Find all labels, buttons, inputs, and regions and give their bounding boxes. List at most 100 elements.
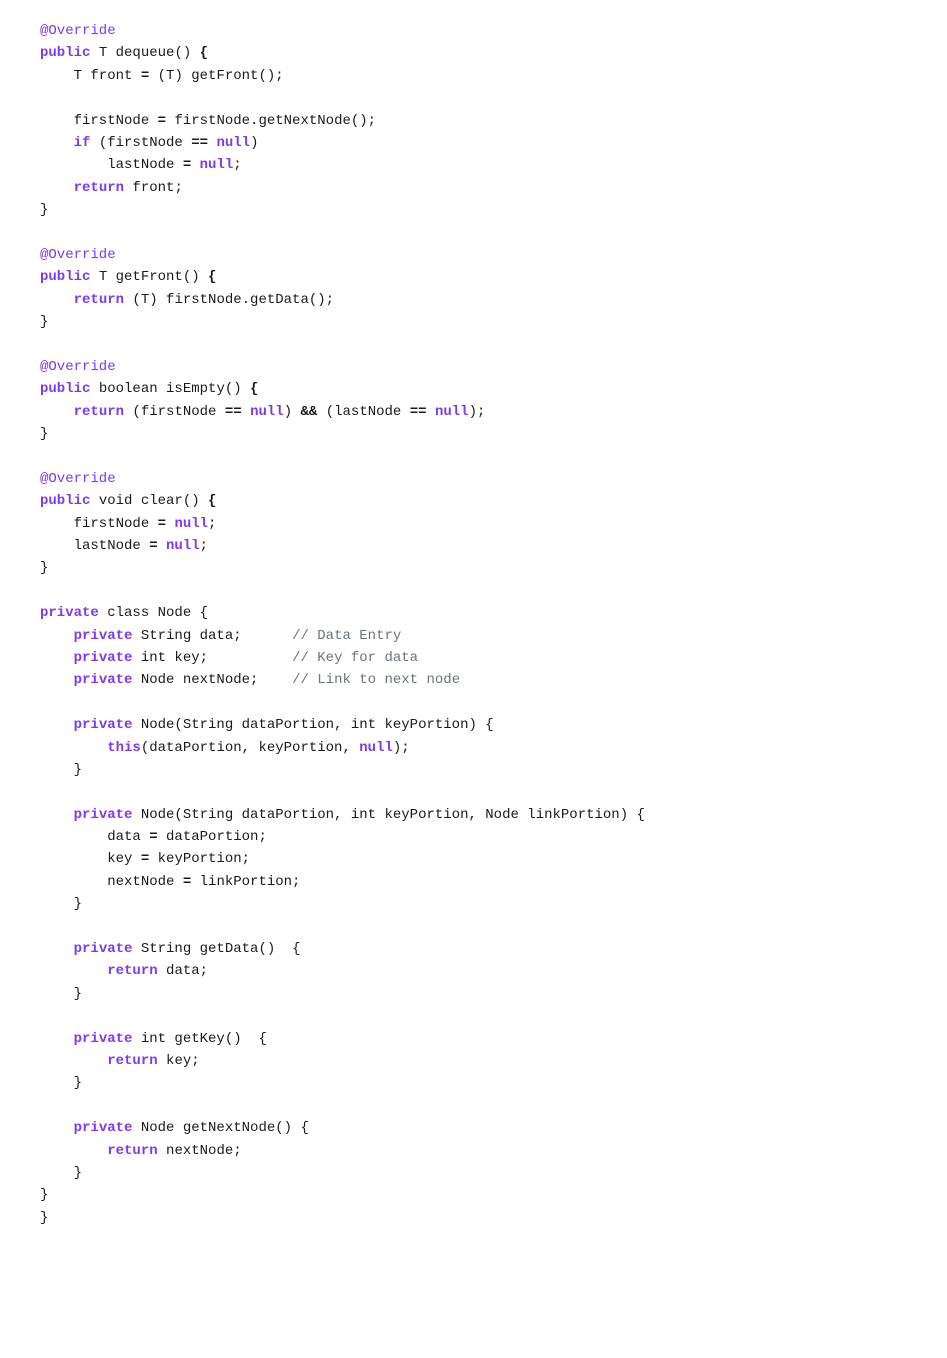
code-token: null xyxy=(216,135,250,151)
code-line: } xyxy=(40,423,907,445)
code-line: return data; xyxy=(40,960,907,982)
code-token: ) xyxy=(250,135,258,151)
code-line: public boolean isEmpty() { xyxy=(40,378,907,400)
code-token: () xyxy=(225,1031,242,1047)
code-token: () { xyxy=(275,1120,309,1136)
code-token: (T) firstNode.getData xyxy=(124,292,309,308)
code-line: key = keyPortion; xyxy=(40,848,907,870)
code-token: // Data Entry xyxy=(292,628,401,644)
code-token: Node nextNode; xyxy=(132,672,292,688)
code-token: // Key for data xyxy=(292,650,418,666)
code-token: = xyxy=(158,516,175,532)
code-token: Node(String dataPortion, int keyPortion,… xyxy=(132,807,644,823)
code-line: this(dataPortion, keyPortion, null); xyxy=(40,737,907,759)
code-line: return nextNode; xyxy=(40,1140,907,1162)
code-line: private String data; // Data Entry xyxy=(40,625,907,647)
code-token xyxy=(427,404,435,420)
code-line: private int key; // Key for data xyxy=(40,647,907,669)
code-line xyxy=(40,333,907,355)
code-line: } xyxy=(40,1207,907,1229)
code-token: lastNode xyxy=(40,157,183,173)
code-token xyxy=(40,292,74,308)
code-token: ) xyxy=(284,404,301,420)
code-token xyxy=(40,1053,107,1069)
code-token: == xyxy=(410,404,427,420)
code-token: data xyxy=(40,829,149,845)
code-line xyxy=(40,222,907,244)
code-token xyxy=(40,963,107,979)
code-token: } xyxy=(40,426,48,442)
code-line: T front = (T) getFront(); xyxy=(40,65,907,87)
code-line: private class Node { xyxy=(40,602,907,624)
code-token: && xyxy=(301,404,318,420)
code-token: } xyxy=(40,1075,82,1091)
code-line: @Override xyxy=(40,356,907,378)
code-token: null xyxy=(435,404,469,420)
code-token: return xyxy=(74,404,124,420)
code-token: () xyxy=(225,381,242,397)
code-line: private Node(String dataPortion, int key… xyxy=(40,714,907,736)
code-token: private xyxy=(40,605,99,621)
code-token: @Override xyxy=(40,23,116,39)
code-line: } xyxy=(40,983,907,1005)
code-line: public void clear() { xyxy=(40,490,907,512)
code-token: (); xyxy=(351,113,376,129)
code-token: { xyxy=(242,1031,267,1047)
code-token: return xyxy=(107,1053,157,1069)
code-token: { xyxy=(200,493,217,509)
code-token: void clear xyxy=(90,493,182,509)
code-token: } xyxy=(40,1210,48,1226)
code-token: = xyxy=(149,829,166,845)
code-token: { xyxy=(200,269,217,285)
code-line: private Node(String dataPortion, int key… xyxy=(40,804,907,826)
code-line: } xyxy=(40,199,907,221)
code-line xyxy=(40,580,907,602)
code-line xyxy=(40,445,907,467)
code-token: ; xyxy=(208,516,216,532)
code-token: front; xyxy=(124,180,183,196)
code-token: } xyxy=(40,896,82,912)
code-token xyxy=(40,941,74,957)
code-line: @Override xyxy=(40,468,907,490)
code-token: // Link to next node xyxy=(292,672,460,688)
code-line: nextNode = linkPortion; xyxy=(40,871,907,893)
code-token: = xyxy=(158,113,175,129)
code-line: firstNode = firstNode.getNextNode(); xyxy=(40,110,907,132)
code-container: @Overridepublic T dequeue() { T front = … xyxy=(40,20,907,1229)
code-token: == xyxy=(225,404,242,420)
code-token xyxy=(40,717,74,733)
code-line: } xyxy=(40,1184,907,1206)
code-token: nextNode; xyxy=(158,1143,242,1159)
code-token: } xyxy=(40,560,48,576)
code-line: data = dataPortion; xyxy=(40,826,907,848)
code-line: if (firstNode == null) xyxy=(40,132,907,154)
code-line: return front; xyxy=(40,177,907,199)
code-token xyxy=(40,135,74,151)
code-token: } xyxy=(40,1165,82,1181)
code-line: } xyxy=(40,557,907,579)
code-token: private xyxy=(74,807,133,823)
code-token: (lastNode xyxy=(317,404,409,420)
code-line xyxy=(40,916,907,938)
code-token: = xyxy=(141,851,158,867)
code-token: ; xyxy=(233,157,241,173)
code-token: () xyxy=(258,941,275,957)
code-line: } xyxy=(40,1162,907,1184)
code-line: return key; xyxy=(40,1050,907,1072)
code-token: public xyxy=(40,381,90,397)
code-token: String data; xyxy=(132,628,292,644)
code-token: } xyxy=(40,1187,48,1203)
code-token: = xyxy=(149,538,166,554)
code-line: lastNode = null; xyxy=(40,535,907,557)
code-token: int key; xyxy=(132,650,292,666)
code-line: } xyxy=(40,311,907,333)
code-token: } xyxy=(40,202,48,218)
code-token: public xyxy=(40,45,90,61)
code-token: this xyxy=(107,740,141,756)
code-token: firstNode xyxy=(40,113,158,129)
code-line: } xyxy=(40,759,907,781)
code-token: linkPortion; xyxy=(200,874,301,890)
code-token: private xyxy=(74,941,133,957)
code-token xyxy=(40,404,74,420)
code-line: } xyxy=(40,1072,907,1094)
